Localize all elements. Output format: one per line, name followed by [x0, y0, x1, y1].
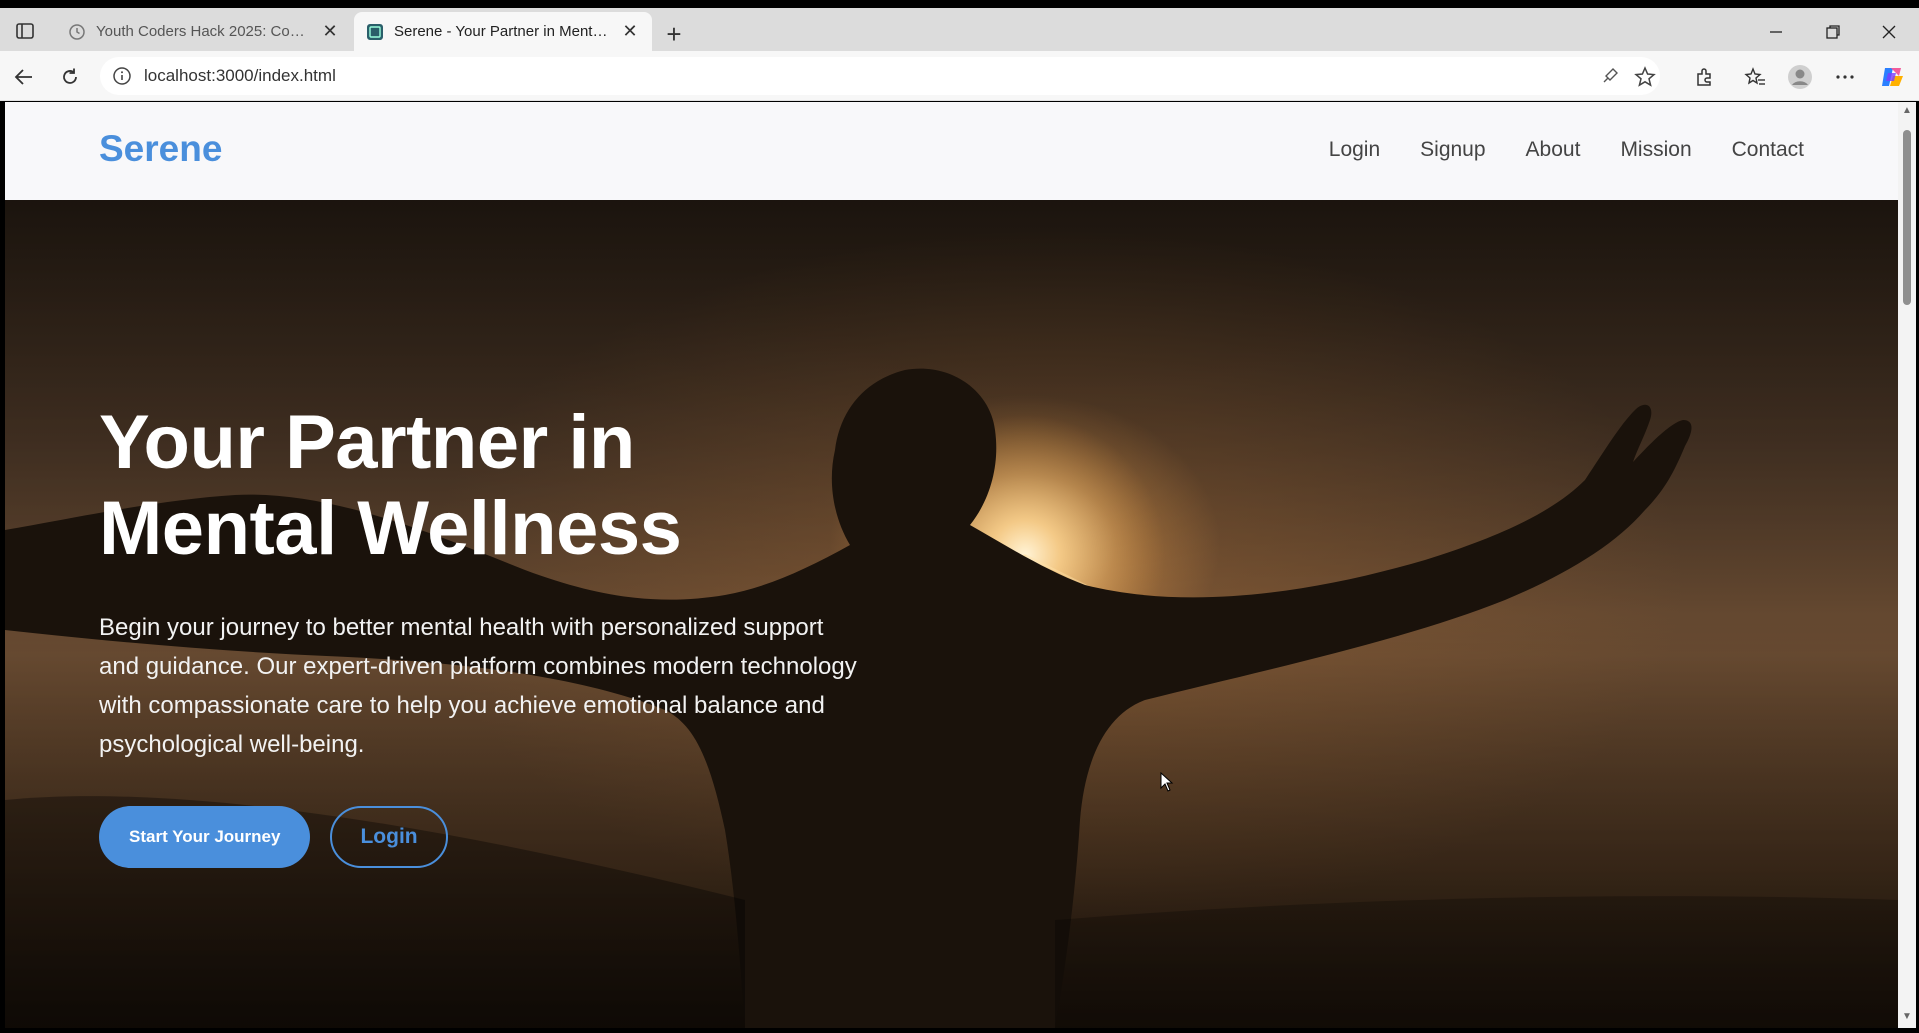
nav-about[interactable]: About: [1526, 138, 1581, 162]
start-journey-button[interactable]: Start Your Journey: [99, 806, 311, 868]
tab-favicon-icon: [366, 23, 384, 41]
site-navbar: Serene Login Signup About Mission Contac…: [5, 102, 1898, 200]
nav-contact[interactable]: Contact: [1732, 138, 1804, 162]
restore-icon[interactable]: [1813, 18, 1853, 46]
hero-title-line2: Mental Wellness: [99, 486, 682, 571]
reload-icon[interactable]: [56, 63, 84, 91]
extensions-icon[interactable]: [1690, 63, 1718, 91]
back-arrow-icon[interactable]: [10, 63, 38, 91]
info-icon[interactable]: [112, 66, 132, 86]
favorites-icon[interactable]: [1741, 63, 1769, 91]
profile-icon[interactable]: [1786, 63, 1814, 91]
minimize-icon[interactable]: [1756, 18, 1796, 46]
tab-title: Serene - Your Partner in Mental W: [394, 23, 610, 40]
tab-youth-coders[interactable]: Youth Coders Hack 2025: Connec ✕: [56, 12, 352, 51]
hero-login-button[interactable]: Login: [330, 806, 448, 868]
sidebar-toggle-icon[interactable]: [10, 18, 40, 44]
brand-logo[interactable]: Serene: [99, 128, 222, 170]
scroll-thumb[interactable]: [1903, 130, 1911, 305]
close-icon[interactable]: ✕: [620, 21, 640, 42]
browser-toolbar: localhost:3000/index.html: [0, 51, 1919, 101]
page-scrollbar[interactable]: ▲ ▼: [1898, 102, 1916, 1028]
mouse-cursor-icon: [1160, 772, 1174, 792]
nav-signup[interactable]: Signup: [1420, 138, 1485, 162]
hero-description: Begin your journey to better mental heal…: [99, 614, 857, 758]
tab-serene[interactable]: Serene - Your Partner in Mental W ✕: [354, 12, 652, 51]
close-window-icon[interactable]: [1869, 18, 1909, 46]
nav-login[interactable]: Login: [1329, 138, 1380, 162]
read-aloud-icon[interactable]: [1600, 66, 1622, 88]
close-icon[interactable]: ✕: [320, 21, 340, 42]
star-icon[interactable]: [1634, 66, 1656, 88]
clock-icon: [68, 23, 86, 41]
screen: Youth Coders Hack 2025: Connec ✕ Serene …: [0, 0, 1919, 1033]
nav-mission[interactable]: Mission: [1620, 138, 1691, 162]
url-text: localhost:3000/index.html: [144, 66, 336, 85]
plus-icon[interactable]: +: [660, 19, 688, 49]
tab-strip: Youth Coders Hack 2025: Connec ✕ Serene …: [0, 8, 1919, 51]
copilot-icon[interactable]: [1878, 63, 1906, 91]
tab-title: Youth Coders Hack 2025: Connec: [96, 23, 310, 40]
page-viewport: Serene Login Signup About Mission Contac…: [5, 102, 1898, 1028]
hero-buttons: Start Your Journey Login: [99, 806, 879, 868]
scroll-down-icon[interactable]: ▼: [1901, 1012, 1913, 1022]
hero-section: Your Partner in Mental Wellness Begin yo…: [5, 200, 1898, 1028]
hero-content: Your Partner in Mental Wellness Begin yo…: [99, 400, 879, 868]
hero-title-line1: Your Partner in: [99, 400, 635, 485]
nav-links: Login Signup About Mission Contact: [1329, 138, 1804, 162]
more-icon[interactable]: [1831, 63, 1859, 91]
hero-title: Your Partner in Mental Wellness: [99, 400, 879, 572]
address-bar[interactable]: localhost:3000/index.html: [100, 57, 1660, 95]
scroll-up-icon[interactable]: ▲: [1901, 106, 1913, 116]
